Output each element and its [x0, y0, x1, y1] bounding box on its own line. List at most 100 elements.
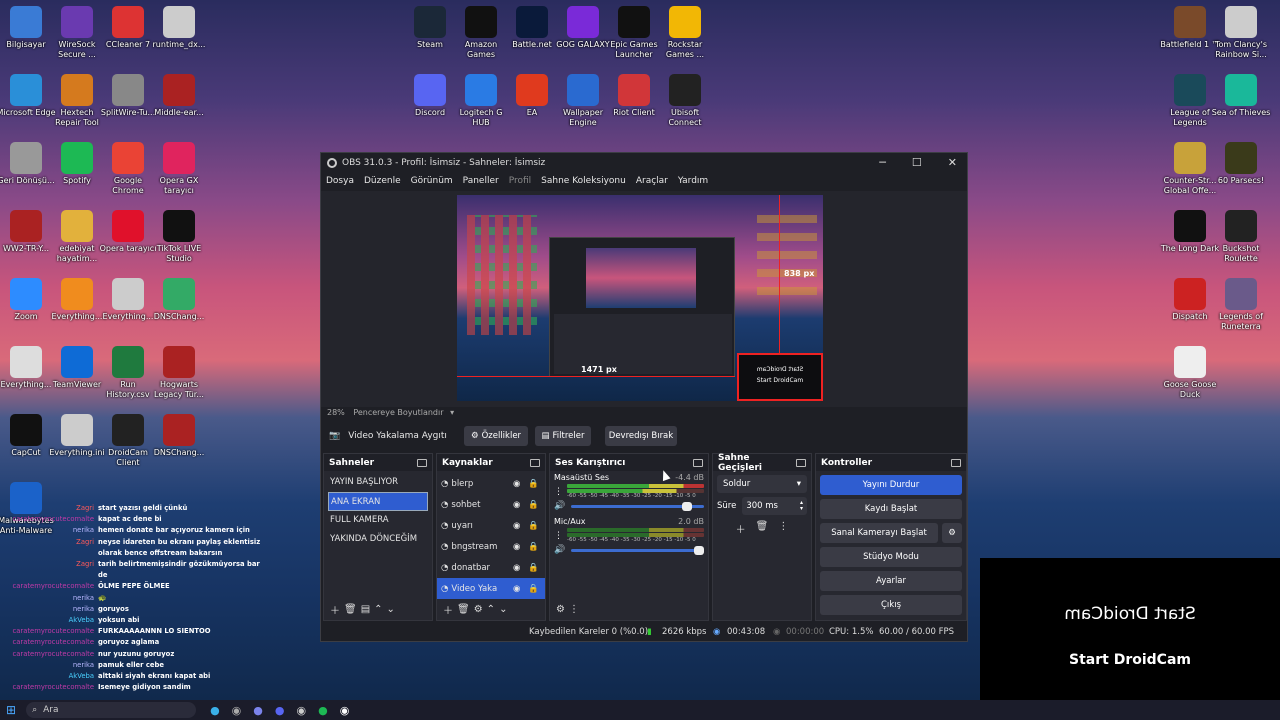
- obs-taskbar-icon[interactable]: ◉: [232, 704, 242, 717]
- menu-dosya[interactable]: Dosya: [321, 176, 359, 186]
- volume-slider[interactable]: [571, 545, 704, 555]
- steam-icon[interactable]: ◉: [297, 704, 307, 717]
- menu-sahne-koleksiyonu[interactable]: Sahne Koleksiyonu: [536, 176, 631, 186]
- stop-stream-button[interactable]: Yayını Durdur: [820, 475, 962, 495]
- teams-icon[interactable]: ●: [253, 704, 263, 717]
- filter-icon[interactable]: ▤: [361, 604, 370, 615]
- menu-yardim[interactable]: Yardım: [673, 176, 713, 186]
- desktop-icon[interactable]: DNSChang...: [149, 278, 209, 322]
- lock-icon[interactable]: 🔒: [528, 542, 539, 552]
- eye-icon[interactable]: ◉: [513, 521, 520, 531]
- undock-icon[interactable]: [693, 458, 703, 467]
- eye-icon[interactable]: ◉: [513, 479, 520, 489]
- trash-icon[interactable]: 🗑: [756, 521, 769, 536]
- lock-icon[interactable]: 🔒: [528, 584, 539, 594]
- spotify-icon[interactable]: ●: [318, 704, 328, 717]
- speaker-icon[interactable]: 🔊: [554, 545, 565, 555]
- scene-item[interactable]: YAYIN BAŞLIYOR: [324, 473, 432, 492]
- desktop-icon[interactable]: Ubisoft Connect: [655, 74, 715, 128]
- arrow-up-icon[interactable]: ⌃: [374, 604, 382, 615]
- gear-icon[interactable]: ⚙: [942, 523, 962, 543]
- menu-gorunum[interactable]: Görünüm: [406, 176, 458, 186]
- desktop-icon[interactable]: TikTok LIVE Studio: [149, 210, 209, 264]
- add-icon[interactable]: ＋: [736, 521, 746, 536]
- desktop-icon[interactable]: Buckshot Roulette: [1211, 210, 1271, 264]
- desktop-icon[interactable]: Goose Goose Duck: [1160, 346, 1220, 400]
- lock-icon[interactable]: 🔒: [528, 479, 539, 489]
- menu-paneller[interactable]: Paneller: [458, 176, 504, 186]
- menu-profil[interactable]: Profil: [504, 176, 536, 186]
- menu-duzenle[interactable]: Düzenle: [359, 176, 406, 186]
- kebab-icon[interactable]: ⋮: [554, 531, 563, 541]
- chevron-down-icon[interactable]: ▾: [450, 408, 454, 417]
- source-item[interactable]: ◔ sohbet ◉ 🔒: [437, 494, 545, 515]
- arrow-up-icon[interactable]: ⌃: [487, 604, 495, 615]
- duration-input[interactable]: 300 ms ▴ ▾: [742, 497, 807, 515]
- volume-slider[interactable]: [571, 501, 704, 511]
- source-item[interactable]: ◔ donatbar ◉ 🔒: [437, 557, 545, 578]
- desktop-icon[interactable]: Opera GX tarayıcı: [149, 142, 209, 196]
- arrow-down-icon[interactable]: ⌄: [387, 604, 395, 615]
- settings-button[interactable]: Ayarlar: [820, 571, 962, 591]
- desktop-icon[interactable]: Hogwarts Legacy Tür...: [149, 346, 209, 400]
- studio-mode-button[interactable]: Stüdyo Modu: [820, 547, 962, 567]
- source-item[interactable]: ◔ bngstream ◉ 🔒: [437, 536, 545, 557]
- desktop-icon[interactable]: runtime_dx...: [149, 6, 209, 50]
- kebab-icon[interactable]: ⋮: [569, 604, 579, 615]
- scene-item[interactable]: FULL KAMERA: [324, 511, 432, 530]
- eye-icon[interactable]: ◉: [513, 563, 520, 573]
- source-item[interactable]: ◔ uyarı ◉ 🔒: [437, 515, 545, 536]
- desktop-icon[interactable]: 60 Parsecs!: [1211, 142, 1271, 186]
- droidcam-icon[interactable]: ◉: [340, 704, 350, 717]
- desktop-icon[interactable]: Rockstar Games ...: [655, 6, 715, 60]
- maximize-icon[interactable]: ☐: [912, 156, 922, 169]
- scene-item[interactable]: YAKINDA DÖNCEĞİM: [324, 530, 432, 549]
- obs-preview[interactable]: 1471 px 838 px Start DroidCam Start Droi…: [321, 191, 967, 417]
- gear-icon[interactable]: ⚙: [474, 604, 483, 615]
- menu-araclar[interactable]: Araçlar: [631, 176, 673, 186]
- add-icon[interactable]: ＋: [443, 602, 453, 617]
- desktop-icon[interactable]: Middle-ear...: [149, 74, 209, 118]
- arrow-down-icon[interactable]: ⌄: [499, 604, 507, 615]
- desktop-icon[interactable]: DNSChang...: [149, 414, 209, 458]
- deactivate-button[interactable]: Devredışı Bırak: [605, 426, 677, 446]
- windows-start-icon[interactable]: ⊞: [6, 703, 16, 717]
- undock-icon[interactable]: [951, 458, 961, 467]
- start-record-button[interactable]: Kaydı Başlat: [820, 499, 962, 519]
- filters-button[interactable]: ▤ Filtreler: [535, 426, 591, 446]
- exit-button[interactable]: Çıkış: [820, 595, 962, 615]
- undock-icon[interactable]: [530, 458, 540, 467]
- trash-icon[interactable]: 🗑: [457, 604, 470, 615]
- taskbar-search[interactable]: ⌕ Ara: [26, 702, 197, 718]
- undock-icon[interactable]: [417, 458, 427, 467]
- lock-icon[interactable]: 🔒: [528, 521, 539, 531]
- eye-icon[interactable]: ◉: [513, 500, 520, 510]
- gear-icon[interactable]: ⚙: [556, 604, 565, 615]
- source-item-selected[interactable]: ◔ Video Yaka ◉ 🔒: [437, 578, 545, 599]
- desktop-icon[interactable]: Sea of Thieves: [1211, 74, 1271, 118]
- properties-button[interactable]: ⚙ Özellikler: [464, 426, 528, 446]
- eye-icon[interactable]: ◉: [513, 584, 520, 594]
- add-icon[interactable]: ＋: [330, 602, 340, 617]
- scene-item-selected[interactable]: ANA EKRAN: [328, 492, 428, 511]
- trash-icon[interactable]: 🗑: [344, 604, 357, 615]
- lock-icon[interactable]: 🔒: [528, 563, 539, 573]
- lock-icon[interactable]: 🔒: [528, 500, 539, 510]
- undock-icon[interactable]: [796, 458, 806, 467]
- kebab-icon[interactable]: ⋮: [778, 521, 788, 536]
- eye-icon[interactable]: ◉: [513, 542, 520, 552]
- transition-select[interactable]: Soldur ▾: [717, 475, 807, 493]
- speaker-icon[interactable]: 🔊: [554, 501, 565, 511]
- close-icon[interactable]: ✕: [948, 156, 957, 169]
- edge-icon[interactable]: ●: [210, 704, 220, 717]
- desktop-icon[interactable]: Legends of Runeterra: [1211, 278, 1271, 332]
- kebab-icon[interactable]: ⋮: [554, 487, 563, 497]
- minimize-icon[interactable]: ─: [879, 156, 886, 169]
- preview-selected-source[interactable]: Start DroidCam Start DroidCam: [737, 353, 823, 401]
- discord-icon[interactable]: ●: [275, 704, 285, 717]
- start-virtual-camera-button[interactable]: Sanal Kamerayı Başlat: [820, 523, 938, 543]
- source-item[interactable]: ◔ blerp ◉ 🔒: [437, 473, 545, 494]
- zoom-mode[interactable]: Pencereye Boyutlandır: [353, 408, 443, 417]
- signal-icon: ▮: [647, 627, 652, 637]
- desktop-icon[interactable]: Tom Clancy's Rainbow Si...: [1211, 6, 1271, 60]
